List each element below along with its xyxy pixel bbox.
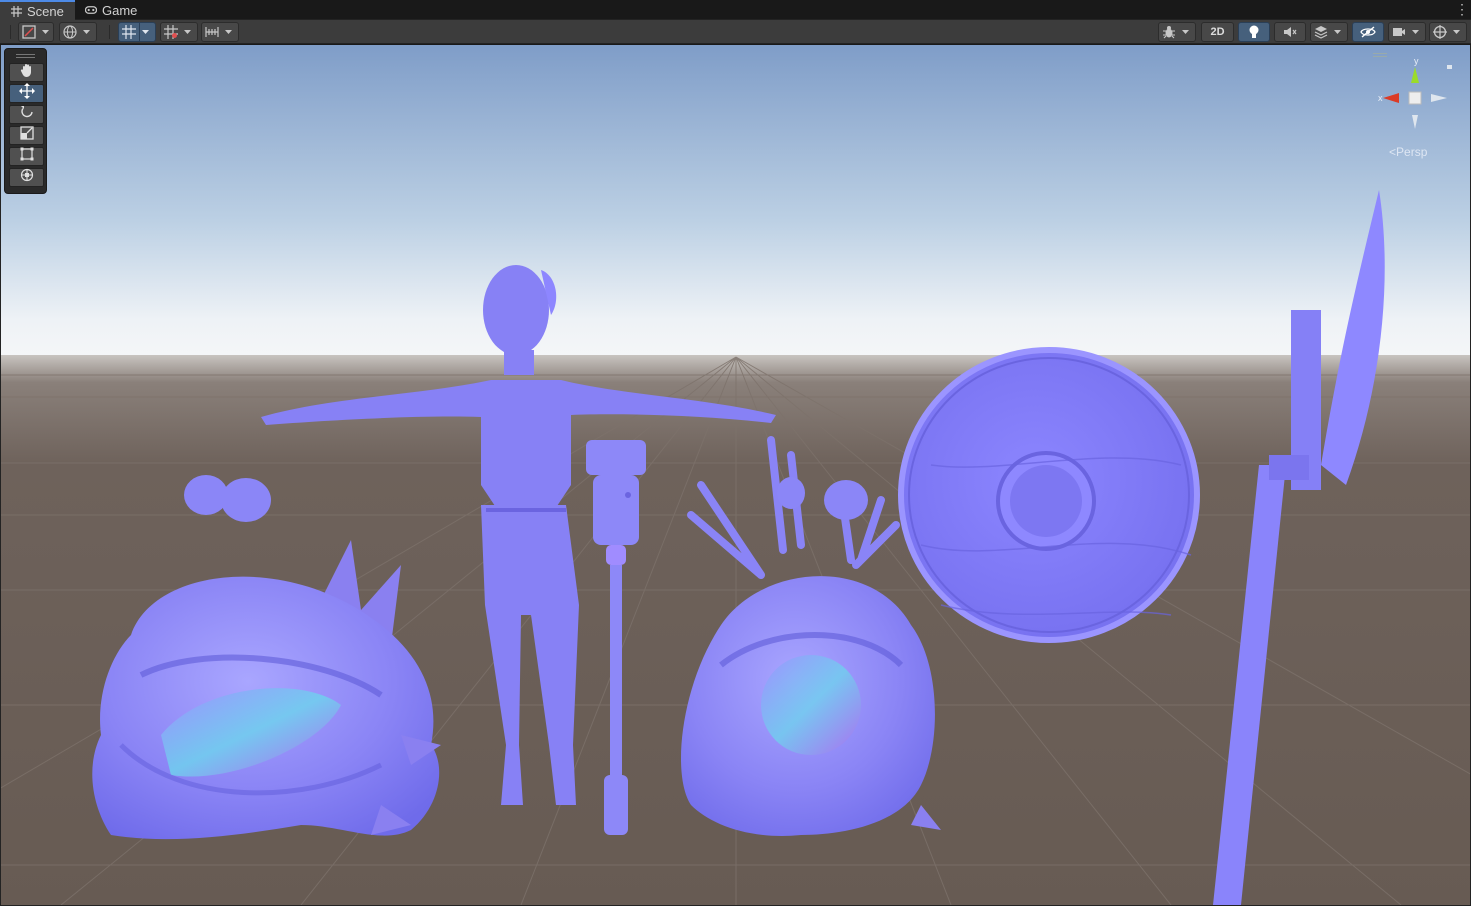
chevron-down-icon <box>80 23 92 41</box>
eye-hidden-icon <box>1353 23 1383 41</box>
gizmo-icon <box>1430 23 1450 41</box>
tab-scene-label: Scene <box>27 3 64 19</box>
visibility-toggle[interactable] <box>1352 22 1384 42</box>
more-options-icon[interactable]: ⋮ <box>1455 2 1469 18</box>
move-tool[interactable] <box>9 83 44 104</box>
audio-toggle[interactable] <box>1274 22 1306 42</box>
scene-fx-dropdown[interactable] <box>1310 22 1348 42</box>
2d-toggle[interactable]: 2D <box>1201 22 1234 42</box>
globe-icon <box>60 23 80 41</box>
rect-tool[interactable] <box>9 147 44 166</box>
grid-icon <box>10 5 22 17</box>
global-local-dropdown[interactable] <box>59 22 97 42</box>
z-axis-marker[interactable] <box>1447 65 1452 69</box>
axis-gizmo[interactable]: y x <box>1369 50 1461 140</box>
tab-bar: Scene Game ⋮ <box>0 0 1471 20</box>
projection-toggle[interactable]: <Persp <box>1389 145 1427 159</box>
align-dropdown[interactable] <box>201 22 239 42</box>
scene-view-window: Scene Game ⋮ 2D y x <Persp <box>0 0 1471 906</box>
lighting-toggle[interactable] <box>1238 22 1270 42</box>
tab-game[interactable]: Game <box>75 0 155 20</box>
rotate-tool[interactable] <box>9 105 44 124</box>
ruler-icon <box>202 23 222 41</box>
increment-snap-icon <box>161 23 181 41</box>
orientation-gizmo[interactable]: y x <Persp <box>1369 50 1461 160</box>
chevron-down-icon <box>181 23 193 41</box>
x-axis-label: x <box>1378 93 1383 103</box>
increment-snap-dropdown[interactable] <box>160 22 198 42</box>
scene-toolbar: 2D <box>0 20 1471 44</box>
2d-toggle-label: 2D <box>1210 26 1225 38</box>
neg-y-axis-cone[interactable] <box>1412 115 1418 129</box>
y-axis-cone[interactable] <box>1411 67 1419 83</box>
move-arrows-icon <box>18 83 35 104</box>
scene-render[interactable] <box>1 45 1470 905</box>
tools-overlay[interactable] <box>4 48 47 194</box>
toolbar-separator <box>10 25 11 39</box>
projection-label: Persp <box>1396 145 1428 159</box>
hand-tool[interactable] <box>9 63 44 82</box>
chevron-down-icon <box>222 23 234 41</box>
perspective-icon: < <box>1389 145 1397 159</box>
neg-x-axis-cone[interactable] <box>1431 94 1447 102</box>
chevron-down-icon <box>1409 23 1421 41</box>
scale-icon <box>19 126 34 145</box>
round-shield[interactable] <box>898 347 1200 643</box>
bulb-icon <box>1239 23 1269 41</box>
bug-icon <box>1159 23 1179 41</box>
skybox <box>1 45 1470 365</box>
chevron-down-icon <box>1179 23 1191 41</box>
x-axis-cone[interactable] <box>1383 93 1399 103</box>
gizmo-center[interactable] <box>1408 91 1422 105</box>
hand-icon <box>20 63 34 82</box>
chevron-down-icon <box>39 23 51 41</box>
effects-dropdown[interactable] <box>1158 22 1196 42</box>
overlay-grip[interactable] <box>16 54 35 58</box>
scale-tool[interactable] <box>9 126 44 145</box>
chevron-down-icon <box>139 23 151 41</box>
scene-viewport[interactable]: y x <Persp <box>0 45 1471 906</box>
toolbar-separator <box>109 25 110 39</box>
grid-snap-icon <box>119 23 139 41</box>
shaded-icon <box>19 23 39 41</box>
transform-tool[interactable] <box>9 168 44 187</box>
tab-game-label: Game <box>102 2 138 18</box>
gizmos-dropdown[interactable] <box>1429 22 1467 42</box>
grid-snapping-dropdown[interactable] <box>118 22 156 42</box>
layers-icon <box>1311 23 1331 41</box>
tab-scene[interactable]: Scene <box>0 0 75 20</box>
draw-mode-dropdown[interactable] <box>18 22 54 42</box>
camera-dropdown[interactable] <box>1388 22 1426 42</box>
chevron-down-icon <box>1331 23 1343 41</box>
gamepad-icon <box>85 4 97 16</box>
transform-icon <box>20 168 34 187</box>
y-axis-label: y <box>1414 56 1419 66</box>
camera-icon <box>1389 23 1409 41</box>
rotate-icon <box>20 105 34 124</box>
rect-icon <box>20 147 34 166</box>
speaker-muted-icon <box>1275 23 1305 41</box>
chevron-down-icon <box>1450 23 1462 41</box>
